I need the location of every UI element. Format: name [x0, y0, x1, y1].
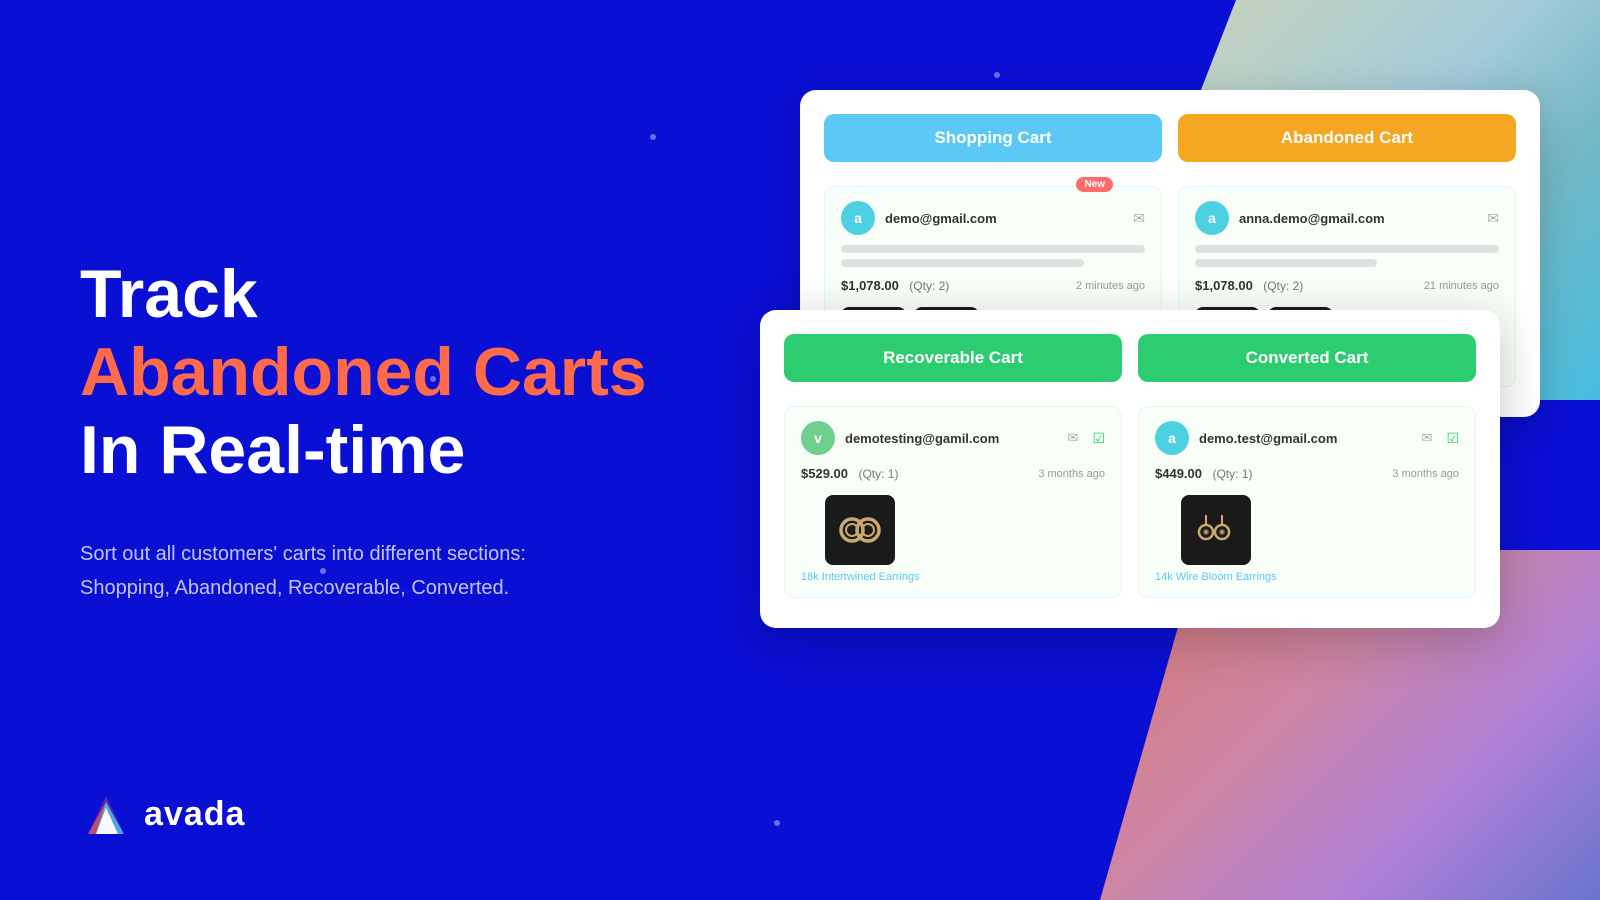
converted-item-header: a demo.test@gmail.com ✉ ☑ [1155, 421, 1459, 455]
placeholder-line-1 [841, 245, 1145, 253]
recoverable-qty: (Qty: 1) [858, 467, 898, 481]
description-text: Sort out all customers' carts into diffe… [80, 537, 560, 605]
abandoned-time: 21 minutes ago [1424, 280, 1499, 292]
recoverable-whatsapp-icon[interactable]: ☑ [1092, 430, 1105, 447]
abandoned-placeholder [1195, 245, 1499, 267]
ab-placeholder-line-1 [1195, 245, 1499, 253]
recoverable-cart-item: v demotesting@gamil.com ✉ ☑ $529.00 (Qty… [784, 406, 1122, 598]
shopping-email: demo@gmail.com [885, 211, 1123, 226]
converted-product-thumb [1181, 495, 1251, 565]
ab-placeholder-line-2 [1195, 259, 1377, 267]
placeholder-line-2 [841, 259, 1084, 267]
converted-product: 14k Wire Bloom Earrings [1155, 495, 1459, 583]
recoverable-avatar: v [801, 421, 835, 455]
recoverable-email: demotesting@gamil.com [845, 431, 1058, 446]
converted-send-icon[interactable]: ✉ [1422, 430, 1433, 446]
recoverable-cart-header[interactable]: Recoverable Cart [784, 334, 1122, 382]
front-card-headers: Recoverable Cart Converted Cart [784, 334, 1476, 382]
converted-whatsapp-icon[interactable]: ☑ [1446, 430, 1459, 447]
converted-cart-item: a demo.test@gmail.com ✉ ☑ $449.00 (Qty: … [1138, 406, 1476, 598]
recoverable-meta: $529.00 (Qty: 1) 3 months ago [801, 465, 1105, 483]
abandoned-email: anna.demo@gmail.com [1239, 211, 1477, 226]
converted-price: $449.00 [1155, 466, 1202, 481]
recoverable-product-label: 18k Intertwined Earrings [801, 571, 920, 583]
cards-area: Shopping Cart Abandoned Cart New a demo@… [760, 90, 1540, 850]
headline-line3: In Real-time [80, 411, 660, 489]
headline-line2: Abandoned Carts [80, 333, 660, 411]
converted-cart-header[interactable]: Converted Cart [1138, 334, 1476, 382]
shopping-qty: (Qty: 2) [909, 279, 949, 293]
recoverable-product-thumb [825, 495, 895, 565]
abandoned-meta: $1,078.00 (Qty: 2) 21 minutes ago [1195, 277, 1499, 295]
recoverable-product-item: 18k Intertwined Earrings [801, 495, 920, 583]
abandoned-send-icon[interactable]: ✉ [1487, 210, 1499, 227]
hoop-earrings-icon [835, 505, 885, 555]
converted-meta: $449.00 (Qty: 1) 3 months ago [1155, 465, 1459, 483]
recoverable-send-icon[interactable]: ✉ [1068, 430, 1079, 446]
recoverable-price: $529.00 [801, 466, 848, 481]
abandoned-item-header: a anna.demo@gmail.com ✉ [1195, 201, 1499, 235]
recoverable-price-block: $529.00 (Qty: 1) [801, 465, 898, 483]
abandoned-cart-header[interactable]: Abandoned Cart [1178, 114, 1516, 162]
dot-2 [994, 72, 1000, 78]
drop-earrings-icon [1191, 505, 1241, 555]
front-card-items: v demotesting@gamil.com ✉ ☑ $529.00 (Qty… [784, 406, 1476, 598]
shopping-price-block: $1,078.00 (Qty: 2) [841, 277, 949, 295]
converted-time: 3 months ago [1392, 468, 1459, 480]
logo-text: avada [144, 795, 245, 834]
front-card: Recoverable Cart Converted Cart v demote… [760, 310, 1500, 628]
headline-line1: Track [80, 255, 660, 333]
abandoned-price-block: $1,078.00 (Qty: 2) [1195, 277, 1303, 295]
converted-avatar: a [1155, 421, 1189, 455]
shopping-send-icon[interactable]: ✉ [1133, 210, 1145, 227]
shopping-price: $1,078.00 [841, 278, 899, 293]
recoverable-time: 3 months ago [1038, 468, 1105, 480]
new-badge: New [1076, 177, 1113, 192]
abandoned-price: $1,078.00 [1195, 278, 1253, 293]
abandoned-avatar: a [1195, 201, 1229, 235]
shopping-cart-header[interactable]: Shopping Cart [824, 114, 1162, 162]
recoverable-product: 18k Intertwined Earrings [801, 495, 1105, 583]
headline-block: Track Abandoned Carts In Real-time [80, 255, 660, 490]
converted-email: demo.test@gmail.com [1199, 431, 1412, 446]
shopping-time: 2 minutes ago [1076, 280, 1145, 292]
converted-price-block: $449.00 (Qty: 1) [1155, 465, 1252, 483]
back-card-headers: Shopping Cart Abandoned Cart [824, 114, 1516, 162]
shopping-avatar: a [841, 201, 875, 235]
recoverable-item-header: v demotesting@gamil.com ✉ ☑ [801, 421, 1105, 455]
abandoned-qty: (Qty: 2) [1263, 279, 1303, 293]
avada-logo-icon [80, 788, 132, 840]
shopping-item-header: a demo@gmail.com ✉ [841, 201, 1145, 235]
converted-product-item: 14k Wire Bloom Earrings [1155, 495, 1277, 583]
converted-product-label: 14k Wire Bloom Earrings [1155, 571, 1277, 583]
converted-qty: (Qty: 1) [1212, 467, 1252, 481]
shopping-meta: $1,078.00 (Qty: 2) 2 minutes ago [841, 277, 1145, 295]
shopping-placeholder [841, 245, 1145, 267]
logo-area: avada [80, 788, 245, 840]
left-panel: Track Abandoned Carts In Real-time Sort … [80, 0, 660, 900]
